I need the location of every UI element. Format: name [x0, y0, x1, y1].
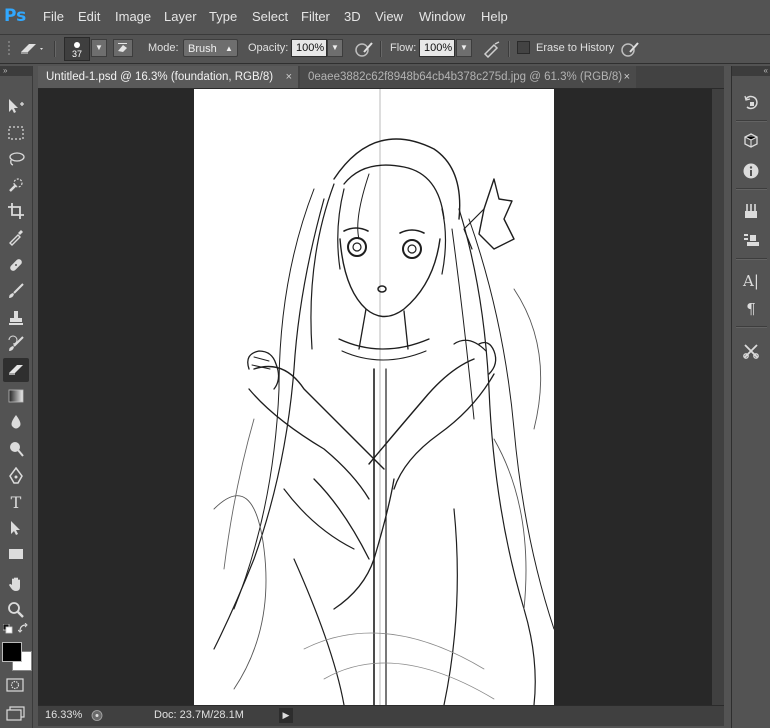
status-bar: 16.33% Doc: 23.7M/28.1M ▶ [38, 705, 724, 726]
erase-history-checkbox[interactable] [517, 41, 530, 54]
menu-file[interactable]: File [43, 9, 64, 24]
menu-window[interactable]: Window [419, 9, 465, 24]
quick-select-icon[interactable] [3, 173, 29, 197]
move-icon[interactable] [3, 94, 29, 118]
3d-panel-icon[interactable] [739, 130, 763, 152]
rectangle-icon[interactable] [3, 542, 29, 566]
type-icon[interactable]: T [3, 490, 29, 514]
screen-mode-icon[interactable] [6, 706, 26, 725]
separator [736, 258, 767, 260]
mode-dropdown[interactable]: Brush ▲ [183, 39, 238, 57]
menu-3d[interactable]: 3D [344, 9, 361, 24]
double-chevron-icon: « [763, 66, 768, 75]
default-colors-icon[interactable] [2, 623, 13, 637]
swap-colors-icon[interactable] [17, 622, 29, 637]
hand-icon[interactable] [3, 572, 29, 596]
menu-help[interactable]: Help [481, 9, 508, 24]
document-tabs: Untitled-1.psd @ 16.3% (foundation, RGB/… [38, 66, 724, 89]
tab-label: 0eaee3882c62f8948b64cb4b378c275d.jpg @ 6… [308, 71, 623, 83]
brush-panel-toggle-icon[interactable] [113, 39, 133, 57]
pressure-opacity-icon[interactable] [354, 40, 374, 61]
separator [736, 326, 767, 328]
line-art-sketch [213, 89, 554, 705]
menu-type[interactable]: Type [209, 9, 237, 24]
opacity-slider-arrow[interactable]: ▼ [327, 39, 343, 57]
airbrush-icon[interactable] [482, 40, 502, 61]
crop-icon[interactable] [3, 199, 29, 223]
dodge-icon[interactable] [3, 437, 29, 461]
opacity-input[interactable]: 100% [291, 39, 327, 57]
gradient-icon[interactable] [3, 384, 29, 408]
eraser-icon[interactable] [3, 358, 29, 382]
tool-presets-panel-icon[interactable] [739, 340, 763, 362]
vertical-scrollbar[interactable] [712, 89, 724, 705]
canvas-area[interactable] [38, 89, 712, 705]
tab-label: Untitled-1.psd @ 16.3% (foundation, RGB/… [46, 71, 274, 83]
separator [736, 120, 767, 122]
flow-slider-arrow[interactable]: ▼ [456, 39, 472, 57]
eyedropper-icon[interactable] [3, 225, 29, 249]
document-canvas[interactable] [194, 89, 554, 705]
options-bar: 37 ▼ Mode: Brush ▲ Opacity: 100% ▼ Flow:… [0, 35, 770, 64]
pen-icon[interactable] [3, 464, 29, 488]
zoom-icon[interactable] [3, 598, 29, 622]
tab-untitled-1[interactable]: Untitled-1.psd @ 16.3% (foundation, RGB/… [38, 66, 298, 88]
brush-preset-arrow[interactable]: ▼ [91, 39, 107, 57]
clone-source-panel-icon[interactable] [739, 230, 763, 252]
menu-select[interactable]: Select [252, 9, 288, 24]
eraser-tool-preset-icon[interactable] [18, 40, 46, 61]
right-panel-dock: « A| ¶ [731, 66, 770, 728]
opacity-value: 100% [296, 42, 325, 54]
brush-preset-picker[interactable]: 37 [64, 37, 90, 61]
healing-brush-icon[interactable] [3, 253, 29, 277]
flow-label: Flow: [390, 42, 417, 54]
quick-mask-icon[interactable] [6, 678, 24, 695]
separator [508, 41, 510, 57]
tab-reference-jpg[interactable]: 0eaee3882c62f8948b64cb4b378c275d.jpg @ 6… [300, 66, 636, 88]
dock-collapse-bar[interactable]: « [732, 66, 770, 76]
brush-presets-panel-icon[interactable] [739, 200, 763, 222]
character-panel-icon[interactable]: A| [739, 270, 763, 292]
close-icon[interactable]: × [624, 66, 630, 88]
paragraph-panel-icon[interactable]: ¶ [739, 298, 763, 320]
status-info-icon[interactable] [90, 709, 104, 725]
mode-value: Brush [188, 43, 217, 55]
history-panel-icon[interactable] [739, 92, 763, 114]
menu-bar: Ps File Edit Image Layer Type Select Fil… [0, 0, 770, 35]
lasso-icon[interactable] [3, 147, 29, 171]
separator [736, 188, 767, 190]
doc-size: Doc: 23.7M/28.1M [154, 709, 244, 721]
close-icon[interactable]: × [286, 66, 292, 88]
menu-image[interactable]: Image [115, 9, 151, 24]
menu-view[interactable]: View [375, 9, 403, 24]
foreground-color-swatch[interactable] [2, 642, 22, 662]
separator [54, 41, 56, 57]
photoshop-logo: Ps [4, 6, 27, 26]
marquee-icon[interactable] [3, 121, 29, 145]
status-menu-arrow-icon[interactable]: ▶ [279, 708, 293, 723]
panel-collapse-bar[interactable]: » [0, 66, 32, 76]
double-chevron-icon: » [3, 66, 8, 75]
separator [380, 41, 382, 57]
pressure-size-icon[interactable] [620, 40, 640, 61]
flow-input[interactable]: 100% [419, 39, 455, 57]
history-brush-icon[interactable] [3, 332, 29, 356]
zoom-level[interactable]: 16.33% [45, 709, 82, 721]
menu-layer[interactable]: Layer [164, 9, 197, 24]
flow-value: 100% [424, 42, 453, 54]
blur-icon[interactable] [3, 410, 29, 434]
opacity-label: Opacity: [248, 42, 289, 54]
tools-panel: » T [0, 66, 33, 728]
menu-edit[interactable]: Edit [78, 9, 100, 24]
brush-icon[interactable] [3, 279, 29, 303]
path-select-icon[interactable] [3, 516, 29, 540]
menu-filter[interactable]: Filter [301, 9, 330, 24]
brush-size-value: 37 [72, 49, 83, 59]
info-panel-icon[interactable] [739, 160, 763, 182]
mode-label: Mode: [148, 42, 179, 54]
erase-history-label: Erase to History [536, 42, 615, 54]
updown-icon: ▲ [225, 44, 233, 53]
clone-stamp-icon[interactable] [3, 306, 29, 330]
